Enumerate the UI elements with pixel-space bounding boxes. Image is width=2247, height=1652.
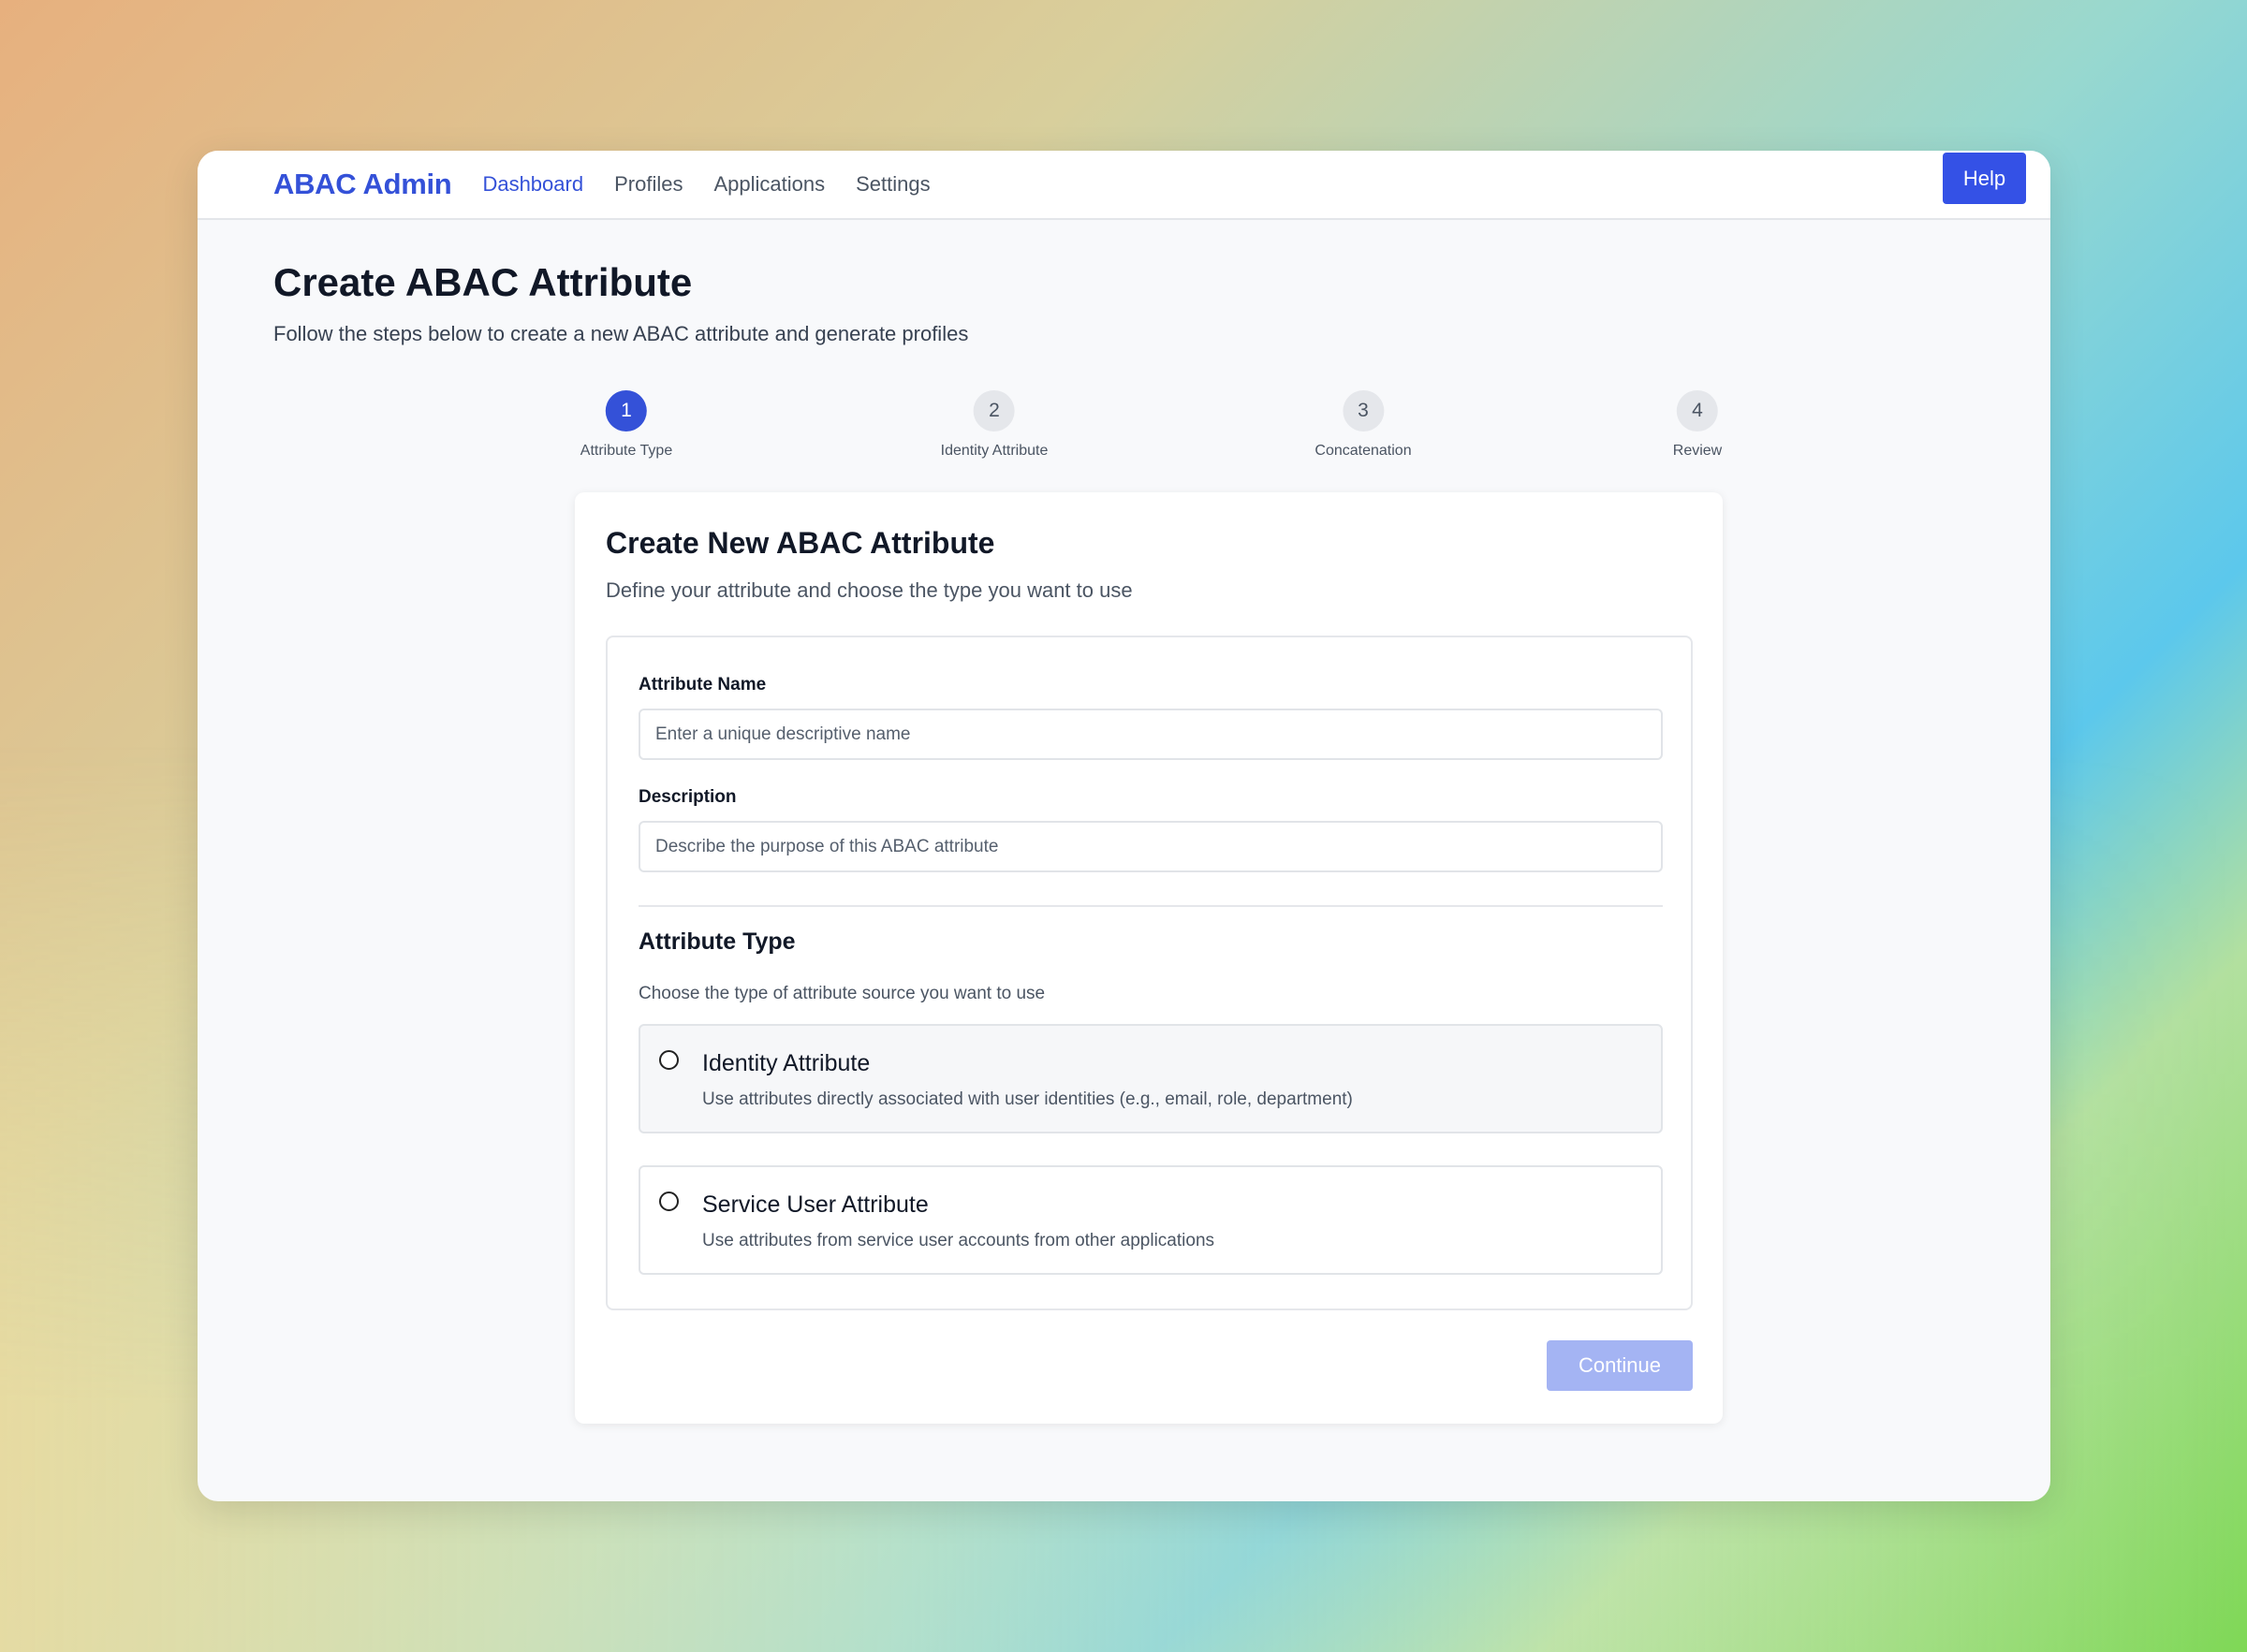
step-attribute-type[interactable]: 1 Attribute Type	[580, 390, 672, 460]
top-navbar: ABAC Admin Dashboard Profiles Applicatio…	[198, 151, 2050, 220]
attribute-type-title: Attribute Type	[639, 928, 796, 955]
step-number-circle: 3	[1343, 390, 1384, 431]
step-concatenation[interactable]: 3 Concatenation	[1314, 390, 1412, 460]
nav-link-profiles[interactable]: Profiles	[614, 172, 683, 197]
radio-button[interactable]	[659, 1191, 679, 1211]
help-button[interactable]: Help	[1943, 153, 2026, 204]
attribute-name-input[interactable]	[639, 709, 1663, 760]
nav-links: Dashboard Profiles Applications Settings	[451, 172, 930, 197]
option-identity-attribute[interactable]: Identity Attribute Use attributes direct…	[639, 1024, 1663, 1133]
nav-link-dashboard[interactable]: Dashboard	[482, 172, 583, 197]
description-label: Description	[639, 787, 737, 807]
option-title: Identity Attribute	[702, 1050, 871, 1076]
step-label: Identity Attribute	[940, 443, 1049, 459]
step-label: Review	[1672, 443, 1723, 459]
card-title: Create New ABAC Attribute	[606, 526, 995, 560]
attribute-name-label: Attribute Name	[639, 675, 767, 694]
option-description: Use attributes from service user account…	[702, 1231, 1215, 1250]
step-label: Attribute Type	[580, 443, 673, 459]
page-subtitle: Follow the steps below to create a new A…	[273, 322, 969, 345]
nav-link-settings[interactable]: Settings	[856, 172, 931, 197]
option-description: Use attributes directly associated with …	[702, 1089, 1353, 1109]
app-window: ABAC Admin Dashboard Profiles Applicatio…	[198, 151, 2050, 1501]
section-divider	[639, 905, 1663, 907]
attribute-type-subtitle: Choose the type of attribute source you …	[639, 984, 1046, 1003]
continue-button[interactable]: Continue	[1547, 1340, 1693, 1391]
option-service-user-attribute[interactable]: Service User Attribute Use attributes fr…	[639, 1165, 1663, 1275]
create-attribute-card: Create New ABAC Attribute Define your at…	[575, 492, 1723, 1424]
option-title: Service User Attribute	[702, 1191, 929, 1218]
step-label: Concatenation	[1314, 443, 1412, 459]
step-review[interactable]: 4 Review	[1673, 390, 1722, 460]
brand-logo[interactable]: ABAC Admin	[273, 168, 452, 201]
wizard-stepper: 1 Attribute Type 2 Identity Attribute 3 …	[198, 390, 2050, 465]
step-number-circle: 2	[973, 390, 1015, 431]
radio-button[interactable]	[659, 1050, 679, 1070]
card-subtitle: Define your attribute and choose the typ…	[606, 578, 1133, 602]
step-identity-attribute[interactable]: 2 Identity Attribute	[940, 390, 1049, 460]
description-input[interactable]	[639, 821, 1663, 872]
attribute-form: Attribute Name Description Attribute Typ…	[606, 636, 1693, 1310]
step-number-circle: 4	[1677, 390, 1718, 431]
step-number-circle: 1	[606, 390, 647, 431]
page-title: Create ABAC Attribute	[273, 260, 693, 304]
nav-link-applications[interactable]: Applications	[713, 172, 825, 197]
